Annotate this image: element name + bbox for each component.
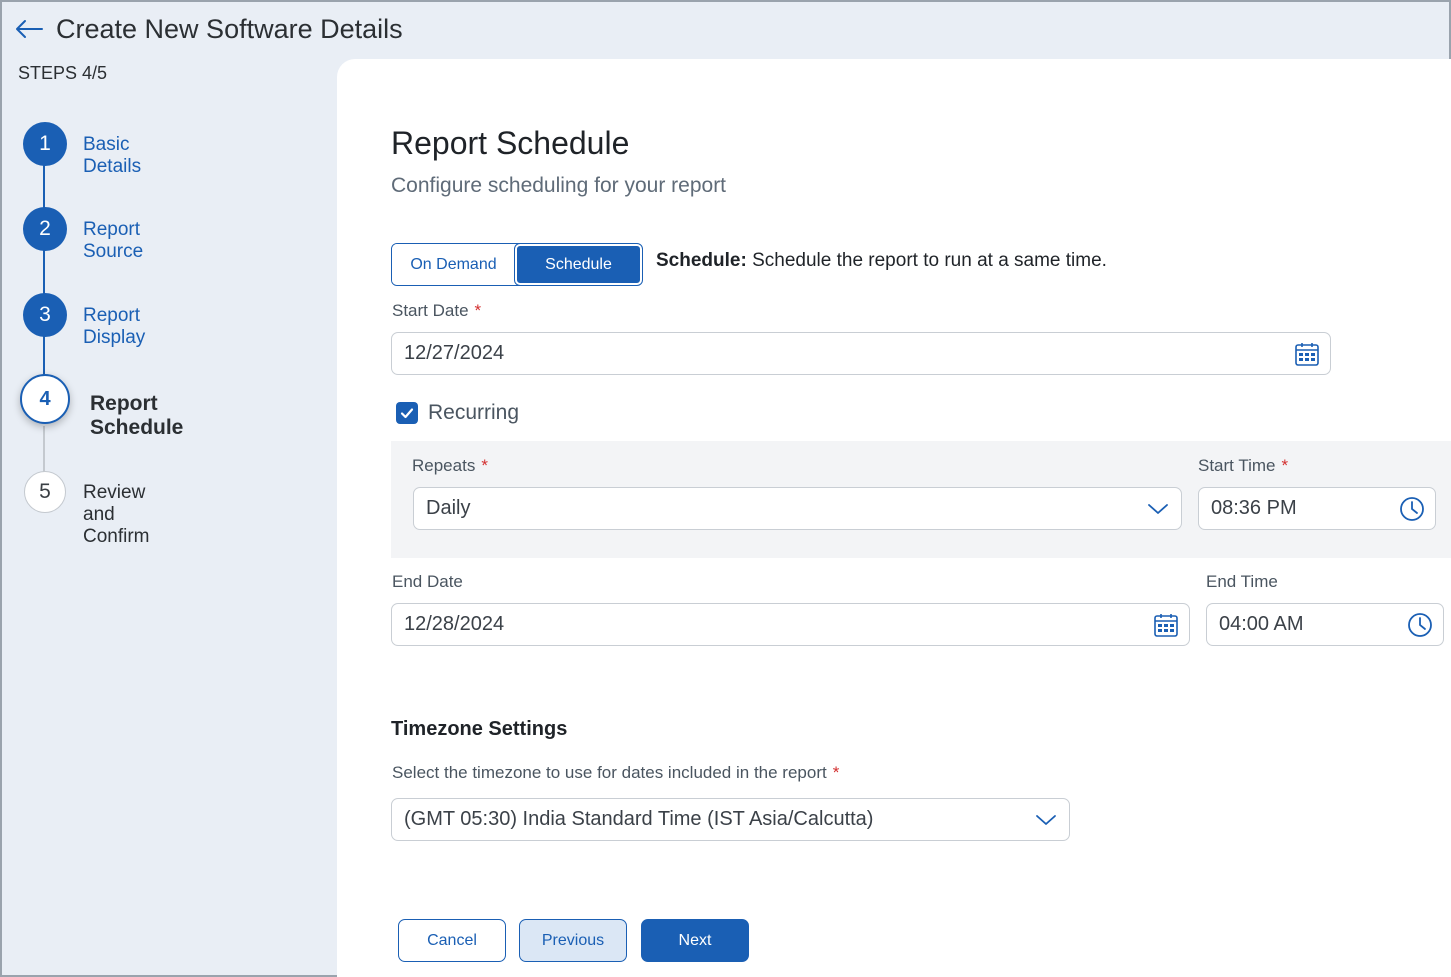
steps-counter: STEPS 4/5 [18, 63, 108, 83]
toggle-description-bold: Schedule: [656, 250, 747, 271]
toggle-description: Schedule: Schedule the report to run at … [656, 250, 1107, 272]
end-time-label: End Time [1206, 572, 1278, 591]
back-arrow-icon[interactable] [14, 16, 44, 42]
cancel-button[interactable]: Cancel [398, 919, 506, 962]
step-4-label: Report Schedule [90, 392, 184, 439]
section-subtitle: Configure scheduling for your report [391, 174, 727, 197]
start-time-label: Start Time * [1198, 456, 1288, 476]
on-demand-option[interactable]: On Demand [392, 244, 515, 285]
repeats-label: Repeats * [412, 456, 488, 476]
start-time-input[interactable]: 08:36 PM [1198, 487, 1436, 530]
timezone-settings-title: Timezone Settings [391, 718, 568, 740]
step-3-circle[interactable]: 3 [23, 293, 67, 337]
required-marker: * [1281, 456, 1289, 475]
start-time-value: 08:36 PM [1211, 497, 1297, 519]
schedule-option[interactable]: Schedule [514, 244, 642, 285]
section-title: Report Schedule [391, 125, 630, 161]
end-date-input[interactable]: 12/28/2024 [391, 603, 1190, 646]
step-5-circle: 5 [24, 471, 66, 513]
timezone-label: Select the timezone to use for dates inc… [392, 763, 839, 783]
clock-icon[interactable] [1399, 496, 1425, 522]
toggle-description-text: Schedule the report to run at a same tim… [746, 250, 1107, 271]
step-2-label[interactable]: Report Source [83, 219, 143, 263]
recurring-label: Recurring [428, 401, 520, 424]
timezone-label-text: Select the timezone to use for dates inc… [392, 763, 827, 782]
step-connector [43, 164, 45, 210]
step-3-label[interactable]: Report Display [83, 305, 145, 349]
start-date-input[interactable]: 12/27/2024 [391, 332, 1331, 375]
required-marker: * [474, 301, 482, 320]
step-connector [43, 250, 45, 296]
start-date-label: Start Date * [392, 301, 481, 321]
step-1-label[interactable]: Basic Details [83, 134, 141, 178]
step-5-label: Review and Confirm [83, 482, 150, 547]
start-date-value: 12/27/2024 [404, 342, 505, 364]
end-time-value: 04:00 AM [1219, 613, 1304, 635]
main-panel: Report Schedule Configure scheduling for… [337, 59, 1451, 977]
repeats-label-text: Repeats [412, 456, 476, 475]
repeats-value: Daily [426, 497, 471, 519]
end-date-value: 12/28/2024 [404, 613, 505, 635]
window-frame: Create New Software Details STEPS 4/5 1 … [0, 0, 1451, 977]
chevron-down-icon[interactable] [1033, 807, 1059, 833]
end-time-input[interactable]: 04:00 AM [1206, 603, 1444, 646]
next-button[interactable]: Next [641, 919, 749, 962]
chevron-down-icon[interactable] [1145, 496, 1171, 522]
clock-icon[interactable] [1407, 612, 1433, 638]
start-date-label-text: Start Date [392, 301, 469, 320]
recurring-checkbox[interactable] [396, 402, 418, 424]
required-marker: * [481, 456, 488, 475]
schedule-mode-toggle: On Demand Schedule [391, 243, 643, 286]
step-2-circle[interactable]: 2 [23, 207, 67, 251]
page-title: Create New Software Details [56, 14, 403, 44]
timezone-select[interactable]: (GMT 05:30) India Standard Time (IST Asi… [391, 798, 1070, 841]
recurring-row: Recurring [396, 401, 519, 425]
step-1-circle[interactable]: 1 [23, 122, 67, 166]
checkmark-icon [400, 408, 414, 419]
step-connector [43, 426, 45, 472]
required-marker: * [832, 763, 840, 782]
calendar-icon[interactable] [1153, 612, 1179, 638]
calendar-icon[interactable] [1294, 341, 1320, 367]
end-date-label: End Date [392, 572, 463, 591]
step-4-circle: 4 [20, 374, 70, 424]
repeats-select[interactable]: Daily [413, 487, 1182, 530]
step-connector [43, 336, 45, 376]
page-header: Create New Software Details [2, 2, 1449, 58]
previous-button[interactable]: Previous [519, 919, 627, 962]
timezone-value: (GMT 05:30) India Standard Time (IST Asi… [404, 808, 874, 830]
start-time-label-text: Start Time [1198, 456, 1276, 475]
